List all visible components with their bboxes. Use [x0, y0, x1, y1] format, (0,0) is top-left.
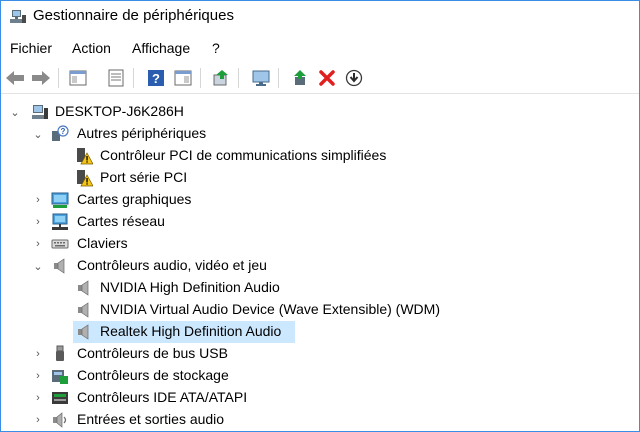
- computer-icon: [32, 105, 48, 119]
- warning-device-icon: [77, 148, 93, 165]
- tree-item-label: Contrôleurs IDE ATA/ATAPI: [77, 389, 248, 405]
- help-button[interactable]: ?: [145, 67, 167, 89]
- network-adapter-icon: [52, 213, 68, 230]
- toolbar-separator: [278, 68, 279, 88]
- toolbar-separator: [58, 68, 59, 88]
- tree-category-row[interactable]: › Contrôleurs IDE ATA/ATAPI: [1, 387, 639, 409]
- chevron-right-icon[interactable]: ›: [32, 370, 44, 382]
- properties-icon: [108, 69, 124, 87]
- usb-icon: [56, 345, 64, 361]
- menu-action[interactable]: Action: [72, 40, 111, 56]
- tree-device-row[interactable]: Port série PCI: [1, 167, 639, 189]
- tree-category-row[interactable]: › Contrôleurs de stockage: [1, 365, 639, 387]
- update-driver-button[interactable]: [210, 67, 232, 89]
- uninstall-device-button[interactable]: [316, 67, 338, 89]
- tree-device-row[interactable]: NVIDIA Virtual Audio Device (Wave Extens…: [1, 299, 639, 321]
- display-adapter-icon: [51, 192, 69, 208]
- enable-device-icon: [294, 70, 306, 85]
- chevron-right-icon[interactable]: ›: [32, 348, 44, 360]
- tree-item-label: Contrôleur PCI de communications simplif…: [100, 147, 387, 163]
- tree-item-label: Cartes graphiques: [77, 191, 192, 207]
- properties-button[interactable]: [105, 67, 127, 89]
- tree-category-row[interactable]: ⌄ Contrôleurs audio, vidéo et jeu: [1, 255, 639, 277]
- menu-bar: Fichier Action Affichage ?: [1, 37, 639, 61]
- svg-text:?: ?: [152, 71, 160, 86]
- audio-io-icon: [53, 412, 67, 428]
- keyboard-icon: [51, 239, 69, 249]
- tree-root-label: DESKTOP-J6K286H: [55, 103, 184, 119]
- action-pane-icon: [174, 70, 192, 86]
- chevron-right-icon[interactable]: ›: [32, 216, 44, 228]
- warning-device-icon: [77, 170, 93, 187]
- chevron-down-icon[interactable]: ⌄: [9, 106, 21, 119]
- device-manager-app-icon: [10, 10, 26, 23]
- tree-device-row[interactable]: Contrôleur PCI de communications simplif…: [1, 145, 639, 167]
- back-arrow-icon: [6, 71, 24, 85]
- speaker-icon: [78, 324, 89, 340]
- chevron-down-icon[interactable]: ⌄: [32, 260, 44, 273]
- red-x-icon: [319, 70, 335, 86]
- svg-text:?: ?: [61, 127, 66, 136]
- tree-device-row-selected[interactable]: Realtek High Definition Audio: [1, 321, 639, 343]
- toolbar-separator: [133, 68, 134, 88]
- chevron-right-icon[interactable]: ›: [32, 238, 44, 250]
- unknown-device-icon: ?: [52, 125, 69, 141]
- speaker-icon: [78, 280, 89, 296]
- tree-item-label: Port série PCI: [100, 169, 188, 185]
- chevron-right-icon[interactable]: ›: [32, 414, 44, 426]
- show-hide-console-tree-button[interactable]: [67, 67, 89, 89]
- tree-category-row[interactable]: › Claviers: [1, 233, 639, 255]
- title-bar: Gestionnaire de périphériques: [1, 1, 639, 33]
- download-driver-button[interactable]: [343, 67, 365, 89]
- storage-controller-icon: [52, 370, 68, 384]
- tree-item-label: Realtek High Definition Audio: [100, 323, 282, 339]
- chevron-right-icon[interactable]: ›: [32, 194, 44, 206]
- menu-affichage[interactable]: Affichage: [132, 40, 190, 56]
- toolbar-separator: [200, 68, 201, 88]
- tree-category-row[interactable]: ⌄ ? Autres périphériques: [1, 123, 639, 145]
- tree-category-row[interactable]: › Cartes réseau: [1, 211, 639, 233]
- download-arrow-circle-icon: [345, 69, 363, 87]
- menu-help[interactable]: ?: [212, 40, 220, 56]
- menu-fichier[interactable]: Fichier: [10, 40, 52, 56]
- speaker-icon: [54, 258, 65, 274]
- tree-item-label: Cartes réseau: [77, 213, 165, 229]
- back-button[interactable]: [4, 67, 26, 89]
- enable-device-button[interactable]: [289, 67, 311, 89]
- device-manager-window: Gestionnaire de périphériques Fichier Ac…: [0, 0, 640, 432]
- tree-item-label: Autres périphériques: [77, 125, 207, 141]
- update-driver-icon: [213, 70, 228, 86]
- ide-controller-icon: [52, 392, 68, 404]
- forward-button[interactable]: [30, 67, 52, 89]
- tree-item-label: NVIDIA Virtual Audio Device (Wave Extens…: [100, 301, 440, 317]
- tree-item-label: NVIDIA High Definition Audio: [100, 279, 280, 295]
- toolbar-separator: [238, 68, 239, 88]
- chevron-right-icon[interactable]: ›: [32, 392, 44, 404]
- action-pane-button[interactable]: [172, 67, 194, 89]
- forward-arrow-icon: [32, 71, 50, 85]
- device-tree: ⌄ DESKTOP-J6K286H ⌄ ? Autres périphériqu…: [1, 101, 639, 431]
- tree-item-label: Entrées et sorties audio: [77, 411, 225, 427]
- tree-category-row[interactable]: › Contrôleurs de bus USB: [1, 343, 639, 365]
- toolbar: ?: [1, 63, 639, 94]
- tree-item-label: Contrôleurs audio, vidéo et jeu: [77, 257, 267, 273]
- tree-item-label: Claviers: [77, 235, 128, 251]
- scan-hardware-changes-button[interactable]: [250, 67, 272, 89]
- scan-monitor-icon: [252, 70, 270, 86]
- tree-device-row[interactable]: NVIDIA High Definition Audio: [1, 277, 639, 299]
- tree-category-row[interactable]: › Entrées et sorties audio: [1, 409, 639, 431]
- console-tree-icon: [69, 70, 87, 86]
- window-title: Gestionnaire de périphériques: [33, 7, 234, 24]
- speaker-icon: [78, 302, 89, 318]
- tree-item-label: Contrôleurs de stockage: [77, 367, 229, 383]
- tree-item-label: Contrôleurs de bus USB: [77, 345, 228, 361]
- help-question-icon: ?: [148, 70, 164, 86]
- chevron-down-icon[interactable]: ⌄: [32, 128, 44, 141]
- tree-root-row[interactable]: ⌄ DESKTOP-J6K286H: [1, 101, 639, 123]
- tree-category-row[interactable]: › Cartes graphiques: [1, 189, 639, 211]
